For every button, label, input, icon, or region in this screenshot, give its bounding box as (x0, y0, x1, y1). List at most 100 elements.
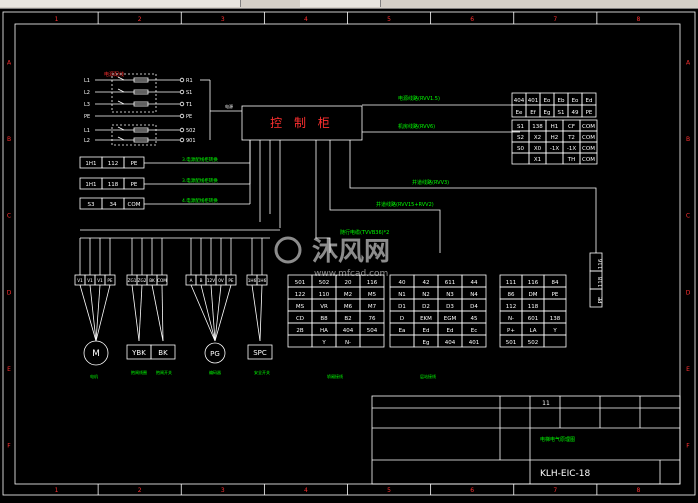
grid-letter: B (7, 136, 11, 143)
component-wire (251, 284, 261, 342)
terminal-cell-text: 118 (108, 182, 119, 188)
table-c-text: PE (552, 292, 559, 298)
power-input-label: PE (84, 114, 90, 120)
table-a-text: VR (320, 304, 328, 310)
table-c-text: 138 (550, 316, 561, 322)
grid-letter: E (7, 366, 11, 373)
table-b-text: 404 (445, 340, 456, 346)
table-a-text: 76 (369, 316, 376, 322)
grid-number: 6 (470, 487, 474, 494)
table-c-text: 502 (528, 340, 539, 346)
top-right-table-text: 401 (528, 98, 539, 104)
grid-letter: A (686, 59, 691, 66)
watermark-logo-icon (274, 236, 302, 264)
grid-number: 5 (387, 487, 391, 494)
toolbar-tab[interactable] (180, 0, 241, 7)
table-c-text: N- (508, 316, 514, 322)
mid-right-table-text: -1X (567, 146, 576, 152)
power-feed-label: 电源 (225, 103, 233, 109)
terminal-icon (179, 113, 185, 119)
bottom-terminal-text: V1 (77, 278, 83, 283)
top-right-table-text: Ee (516, 110, 523, 116)
grid-letter: C (7, 213, 11, 220)
drawing-name: 电梯电气原理图 (540, 436, 575, 443)
component-wire (151, 284, 164, 342)
table-b-text: Eg (423, 340, 430, 346)
component-wire (214, 284, 222, 342)
motor-label: M (92, 349, 100, 359)
table-a-text: M5 (368, 292, 377, 298)
bottom-terminal-text: 1H6 (258, 278, 267, 283)
bottom-terminal-text: ZG1 (128, 278, 137, 283)
component-label-3: 抱闸开关 (156, 369, 172, 375)
link-label-1: 电源线路(RVV1.5) (398, 95, 440, 102)
link-label-4: 井道线路(RVV15+RVV2) (376, 201, 434, 208)
terminal-cell-text: COM (128, 202, 141, 208)
table-c-text: 118 (528, 304, 539, 310)
power-output-label: 901 (186, 138, 196, 144)
grid-number: 4 (304, 487, 308, 494)
mid-right-table-text: COM (582, 135, 595, 141)
grid-number: 3 (221, 487, 225, 494)
grid-number: 4 (304, 16, 308, 23)
toolbar-tab[interactable] (110, 0, 181, 7)
table-c-cell (543, 298, 567, 312)
left-link-label: 3.电源配线柜转换 (182, 156, 218, 163)
table-b-text: N3 (446, 292, 454, 298)
watermark-text: 沐风网 (312, 237, 390, 267)
vertical-terminal-text: 116 (598, 258, 604, 269)
mid-right-table-text: S2 (517, 135, 524, 141)
component-wire (79, 284, 97, 342)
table-c-text: DM (529, 292, 538, 298)
table-a-text: M7 (368, 304, 377, 310)
table-b-label: 层站接线 (420, 373, 436, 379)
table-b-text: N1 (398, 292, 406, 298)
grid-number: 8 (637, 16, 641, 23)
mid-right-table-text: TH (567, 157, 576, 163)
component-label-4: 编码器 (209, 369, 221, 375)
table-a-text: N- (345, 340, 351, 346)
top-right-table-text: S1 (558, 110, 565, 116)
toolbar-tab[interactable] (0, 0, 51, 7)
grid-number: 2 (138, 487, 142, 494)
table-b-text: 45 (471, 316, 478, 322)
mid-right-table-text: X2 (534, 135, 541, 141)
bottom-terminal-text: 12V (207, 278, 215, 283)
grid-number: 8 (637, 487, 641, 494)
terminal-icon (179, 89, 185, 95)
table-c-text: 116 (528, 280, 539, 286)
spc-label: SPC (253, 349, 267, 357)
toolbar-tab[interactable] (50, 0, 111, 7)
mid-right-table-text: X0 (534, 146, 542, 152)
table-c-text: 501 (506, 340, 517, 346)
mid-right-table-text: COM (582, 146, 595, 152)
table-c-text: 601 (528, 316, 539, 322)
bottom-terminal-text: A (190, 278, 193, 283)
table-b-text: 44 (471, 280, 478, 286)
toolbar-tab[interactable] (300, 0, 381, 7)
table-a-text: Y (321, 340, 326, 346)
mid-right-table-text: -1X (550, 146, 559, 152)
terminal-cell-text: S3 (88, 202, 95, 208)
mid-right-table-text: S1 (517, 124, 524, 130)
power-output-label: R1 (186, 78, 193, 84)
terminal-icon (179, 137, 185, 143)
vertical-terminal-text: 118 (598, 276, 604, 287)
table-a-text: B2 (344, 316, 351, 322)
pg-label: PG (210, 350, 220, 358)
top-right-table-text: 404 (514, 98, 525, 104)
bottom-terminal-text: 0V (218, 278, 224, 283)
component-label-5: 安全开关 (254, 369, 270, 375)
table-b-text: D1 (398, 304, 406, 310)
table-c-text: Y (552, 328, 557, 334)
top-right-table-text: 49 (572, 110, 579, 116)
mid-right-table-text: CF (568, 124, 575, 130)
component-wire (138, 284, 143, 342)
bottom-terminal-text: 1H6 (248, 278, 257, 283)
mid-right-table-text: H1 (551, 124, 559, 130)
table-a-text: 504 (367, 328, 378, 334)
top-right-table-text: Eo (544, 98, 551, 104)
grid-letter: B (686, 136, 690, 143)
power-section-title: 电源配线 (104, 71, 124, 78)
control-cabinet-label: 控 制 柜 (270, 116, 334, 130)
